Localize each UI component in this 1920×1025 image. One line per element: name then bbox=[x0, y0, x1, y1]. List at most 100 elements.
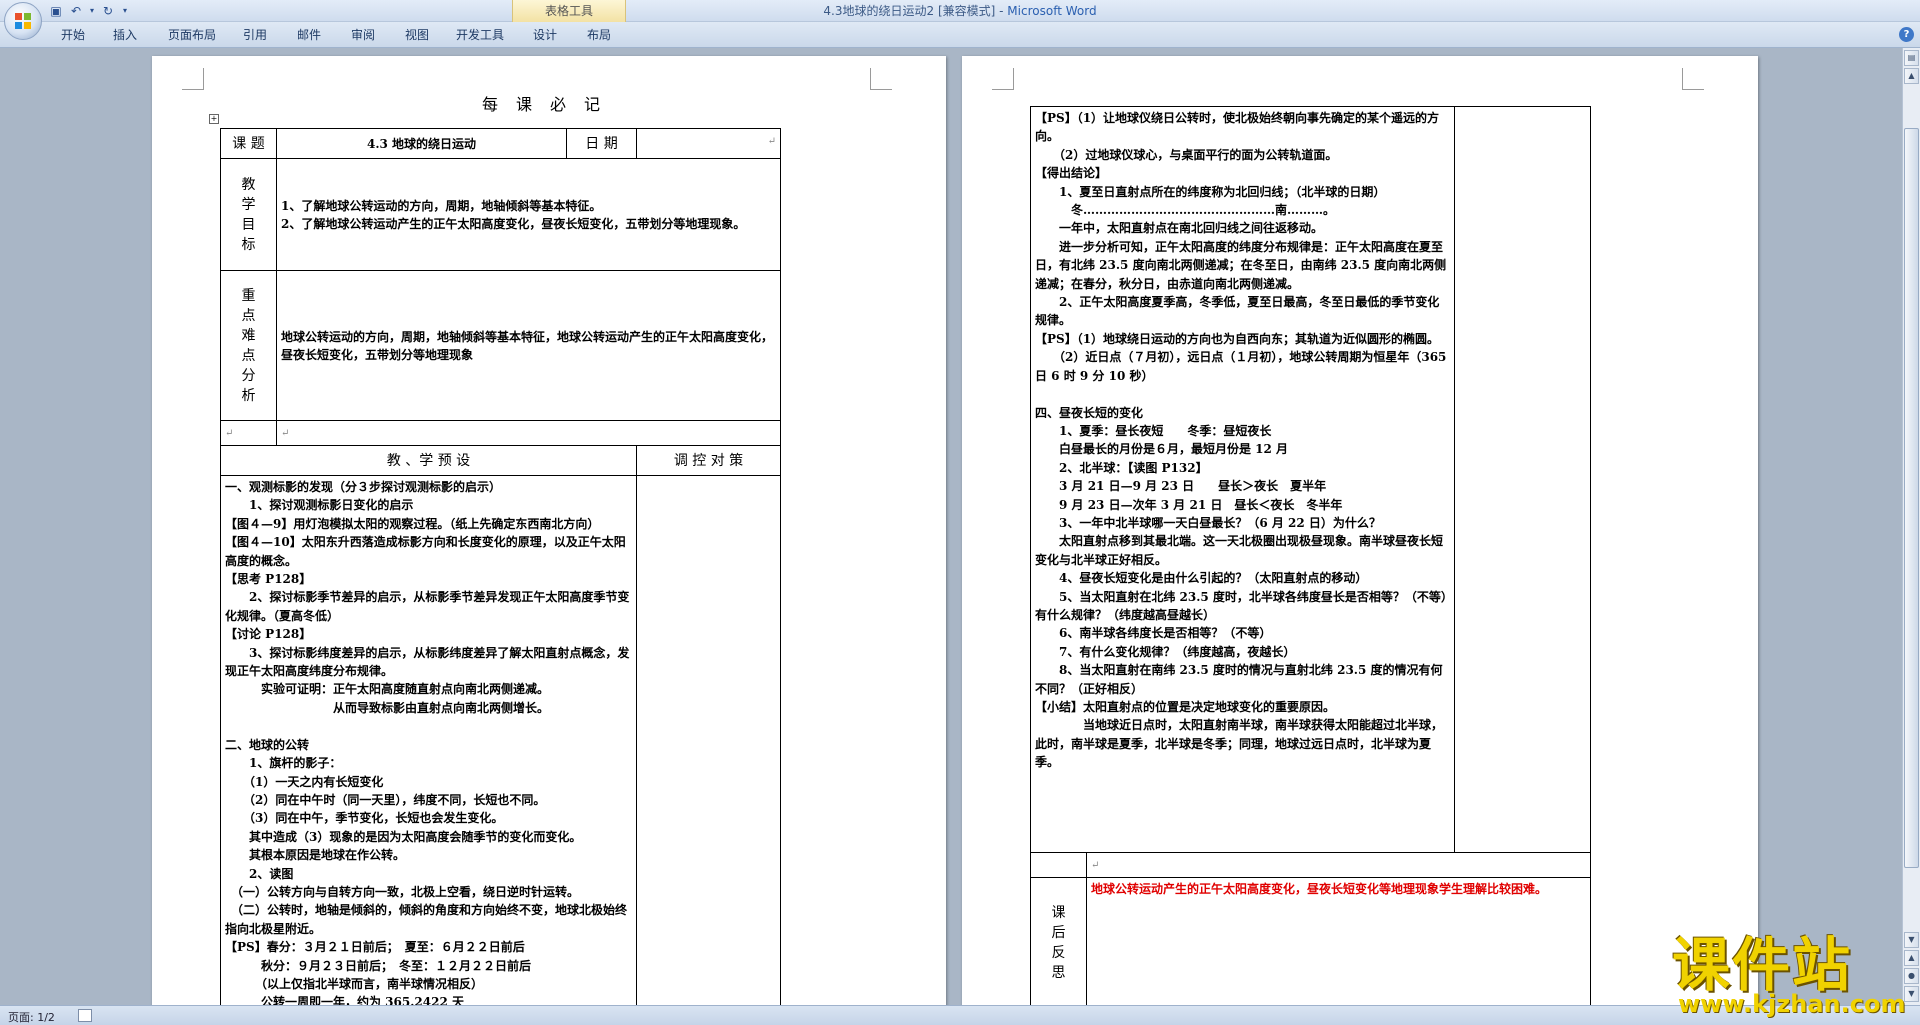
lesson-plan-table: 课 题 4.3 地球的绕日运动 日 期 ↵ 教学目标 1、了解地球公转运动的方向… bbox=[220, 128, 782, 1005]
text-line: 一年中，太阳直射点在南北回归线之间往返移动。 bbox=[1035, 221, 1324, 236]
undo-dropdown-icon[interactable]: ▾ bbox=[88, 3, 96, 19]
status-bar: 页面: 1/2 bbox=[0, 1005, 1920, 1025]
text-line: 2、正午太阳高度夏季高，冬季低，夏至日最高，冬至日最低的季节变化规律。 bbox=[1035, 295, 1440, 328]
vertical-scrollbar[interactable]: ▤ ▲ ▼ ▲ ● ▼ bbox=[1902, 48, 1920, 1005]
text-line: 【PS】春分：３月２１日前后； 夏至：６月２２日前后 bbox=[225, 940, 525, 955]
goals-label: 教学目标 bbox=[220, 158, 277, 271]
text-line: 从而导致标影由直射点向南北两侧增长。 bbox=[225, 700, 550, 715]
text-line: 1、夏季：昼长夜短 冬季：昼短夜长 bbox=[1035, 423, 1272, 438]
office-button[interactable] bbox=[4, 2, 42, 40]
plan-lines-continued: 【PS】（1）让地球仪绕日公转时，使北极始终朝向事先确定的某个遥远的方向。 （2… bbox=[1035, 109, 1450, 772]
text-line: 公转一周即一年，约为 365.2422 天 bbox=[225, 995, 464, 1005]
document-title: 4.3地球的绕日运动2 [兼容模式] bbox=[823, 4, 996, 18]
page-corner-mark bbox=[992, 68, 1014, 90]
text-line: 2、探讨标影季节差异的启示，从标影季节差异发现正午太阳高度季节变化规律。（夏高冬… bbox=[225, 590, 630, 623]
document-page-1[interactable]: 每课必记 + 课 题 4.3 地球的绕日运动 日 期 ↵ 教学目标 1、了解地球… bbox=[152, 56, 946, 1005]
page-corner-mark bbox=[870, 68, 892, 90]
text-line: （2）同在中午时（同一天里），纬度不同，长短也不同。 bbox=[225, 792, 546, 807]
text-line: （2）近日点（７月初），远日点（１月初），地球公转周期为恒星年（365 日 6 … bbox=[1035, 350, 1447, 383]
topic-value[interactable]: 4.3 地球的绕日运动 bbox=[276, 128, 567, 159]
scroll-up-icon[interactable]: ▲ bbox=[1904, 68, 1919, 84]
date-value[interactable]: ↵ bbox=[635, 128, 782, 159]
text-line: 【思考 P128】 bbox=[225, 572, 312, 587]
text-line: 3 月 21 日—9 月 23 日 昼长＞夜长 夏半年 bbox=[1035, 479, 1327, 494]
text-line: 【得出结论】 bbox=[1035, 166, 1108, 181]
tab-review[interactable]: 审阅 bbox=[340, 25, 386, 45]
window-title: 4.3地球的绕日运动2 [兼容模式] - Microsoft Word bbox=[823, 4, 1097, 18]
tab-design[interactable]: 设计 bbox=[522, 25, 568, 45]
tab-insert[interactable]: 插入 bbox=[102, 25, 148, 45]
help-icon[interactable]: ? bbox=[1899, 27, 1914, 42]
text-line: 【图４—10】太阳东升西落造成标影方向和长度变化的原理，以及正午太阳高度的概念。 bbox=[225, 535, 626, 568]
text-line: 4、昼夜长短变化是由什么引起的？（太阳直射点的移动） bbox=[1035, 571, 1368, 586]
table-tools-context-label: 表格工具 bbox=[512, 0, 626, 22]
tab-references[interactable]: 引用 bbox=[232, 25, 278, 45]
key-points-text[interactable]: 地球公转运动的方向，周期，地轴倾斜等基本特征，地球公转运动产生的正午太阳高度变化… bbox=[275, 270, 782, 421]
text-line bbox=[1035, 385, 1450, 403]
text-line: 2、北半球：【读图 P132】 bbox=[1035, 460, 1208, 475]
quick-access-toolbar: ▣ ↶ ▾ ↻ ▾ bbox=[48, 2, 130, 20]
proofing-status-icon[interactable] bbox=[78, 1009, 92, 1022]
text-line: 一、观测标影的发现（分３步探讨观测标影的启示） bbox=[225, 480, 502, 494]
text-line: 7、有什么变化规律？（纬度越高，夜越长） bbox=[1035, 644, 1296, 659]
scrollbar-thumb[interactable] bbox=[1904, 128, 1919, 868]
tab-home[interactable]: 开始 bbox=[48, 25, 98, 45]
plan-body[interactable]: 一、观测标影的发现（分３步探讨观测标影的启示） 1、探讨观测标影日变化的启示【图… bbox=[220, 475, 637, 1005]
title-bar: ▣ ↶ ▾ ↻ ▾ 表格工具 4.3地球的绕日运动2 [兼容模式] - Micr… bbox=[0, 0, 1920, 22]
text-line: （一）公转方向与自转方向一致，北极上空看，绕日逆时针运转。 bbox=[225, 884, 580, 899]
tab-page-layout[interactable]: 页面布局 bbox=[158, 25, 226, 45]
lesson-plan-table-continued: 【PS】（1）让地球仪绕日公转时，使北极始终朝向事先确定的某个遥远的方向。 （2… bbox=[1029, 106, 1592, 1005]
text-line: 【图４—9】用灯泡模拟太阳的观察过程。（纸上先确定东西南北方向） bbox=[225, 516, 600, 531]
save-icon[interactable]: ▣ bbox=[48, 3, 64, 19]
text-line: 四、昼夜长短的变化 bbox=[1035, 405, 1144, 420]
text-line: 其根本原因是地球在作公转。 bbox=[225, 848, 406, 863]
undo-icon[interactable]: ↶ bbox=[68, 3, 84, 19]
text-line: 实验可证明：正午太阳高度随直射点向南北两侧递减。 bbox=[225, 682, 550, 697]
text-line: 当地球近日点时，太阳直射南半球，南半球获得太阳能超过北半球，此时，南半球是夏季，… bbox=[1035, 718, 1444, 770]
tab-mailings[interactable]: 邮件 bbox=[286, 25, 332, 45]
text-line: （2）过地球仪球心，与桌面平行的面为公转轨道面。 bbox=[1035, 147, 1338, 162]
text-line: 2、读图 bbox=[225, 866, 294, 881]
page-count-status[interactable]: 页面: 1/2 bbox=[8, 1009, 55, 1025]
text-line: 太阳直射点移到其最北端。这一天北极圈出现极昼现象。南半球昼夜长短变化与北半球正好… bbox=[1035, 534, 1444, 567]
table-move-handle-icon[interactable]: + bbox=[209, 114, 219, 124]
reflection-text[interactable]: 地球公转运动产生的正午太阳高度变化，昼夜长短变化等地理现象学生理解比较困难。 bbox=[1085, 877, 1592, 1005]
ruler-toggle-icon[interactable]: ▤ bbox=[1904, 50, 1919, 66]
text-line: 冬…………………………………………南………。 bbox=[1035, 203, 1336, 218]
text-line: 二、地球的公转 bbox=[225, 737, 310, 752]
text-line: 3、探讨标影纬度差异的启示，从标影纬度差异了解太阳直射点概念，发现正午太阳高度纬… bbox=[225, 645, 630, 679]
date-label: 日 期 bbox=[566, 128, 637, 159]
text-line: 秋分：９月２３日前后； 冬至：１２月２２日前后 bbox=[225, 958, 532, 973]
site-watermark-logo: 课件站 www.kjzhan.com bbox=[1672, 918, 1920, 1023]
redo-icon[interactable]: ↻ bbox=[100, 3, 116, 19]
reflection-label: 课后反思 bbox=[1030, 877, 1087, 1005]
control-header: 调 控 对 策 bbox=[635, 445, 782, 476]
control-body-continued[interactable] bbox=[1454, 106, 1592, 853]
empty-cell[interactable] bbox=[1030, 852, 1087, 878]
empty-cell[interactable]: ↵ bbox=[220, 420, 277, 446]
empty-cell[interactable]: ↵ bbox=[1085, 852, 1592, 878]
page-corner-mark bbox=[1682, 68, 1704, 90]
text-line: 9 月 23 日—次年 3 月 21 日 昼长＜夜长 冬半年 bbox=[1035, 497, 1343, 512]
topic-label: 课 题 bbox=[220, 128, 277, 159]
plan-body-continued[interactable]: 【PS】（1）让地球仪绕日公转时，使北极始终朝向事先确定的某个遥远的方向。 （2… bbox=[1029, 106, 1456, 853]
text-line: 6、南半球各纬度长是否相等？（不等） bbox=[1035, 626, 1272, 641]
office-logo-icon bbox=[15, 13, 31, 29]
control-body[interactable] bbox=[635, 475, 782, 1005]
tab-developer[interactable]: 开发工具 bbox=[450, 25, 510, 45]
text-line: 进一步分析可知，正午太阳高度的纬度分布规律是：正午太阳高度在夏至日，有北纬 23… bbox=[1035, 239, 1447, 291]
tab-view[interactable]: 视图 bbox=[394, 25, 440, 45]
customize-toolbar-icon[interactable]: ▾ bbox=[120, 3, 130, 19]
page-title: 每课必记 bbox=[482, 95, 619, 114]
plan-header: 教 、学 预 设 bbox=[220, 445, 637, 476]
text-line: 1、探讨观测标影日变化的启示 bbox=[225, 498, 414, 513]
text-line: 【小结】太阳直射点的位置是决定地球变化的重要原因。 bbox=[1035, 700, 1336, 714]
text-line: 1、夏至日直射点所在的纬度称为北回归线；（北半球的日期） bbox=[1035, 184, 1386, 199]
document-page-2[interactable]: 【PS】（1）让地球仪绕日公转时，使北极始终朝向事先确定的某个遥远的方向。 （2… bbox=[962, 56, 1758, 1005]
goals-text[interactable]: 1、了解地球公转运动的方向，周期，地轴倾斜等基本特征。 2、了解地球公转运动产生… bbox=[275, 158, 782, 271]
text-line: 其中造成（3）现象的是因为太阳高度会随季节的变化而变化。 bbox=[225, 829, 582, 844]
empty-cell[interactable]: ↵ bbox=[275, 420, 782, 446]
text-line: 【讨论 P128】 bbox=[225, 627, 312, 642]
tab-layout[interactable]: 布局 bbox=[576, 25, 622, 45]
app-name: Microsoft Word bbox=[1007, 4, 1097, 18]
